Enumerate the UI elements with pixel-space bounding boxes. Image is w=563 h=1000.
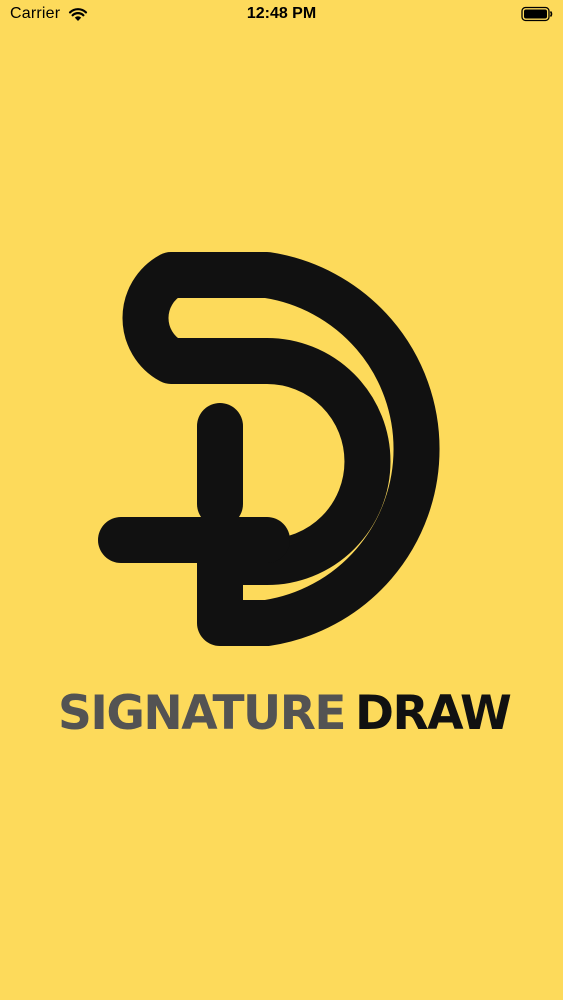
- brand-word-signature: SIGNATURE: [58, 686, 347, 741]
- signature-draw-logo-icon: [98, 252, 440, 646]
- brand-word-draw: DRAW: [355, 686, 512, 741]
- brand-wordmark: SIGNATURE DRAW: [58, 686, 512, 742]
- splash-screen: SIGNATURE DRAW: [0, 0, 563, 1000]
